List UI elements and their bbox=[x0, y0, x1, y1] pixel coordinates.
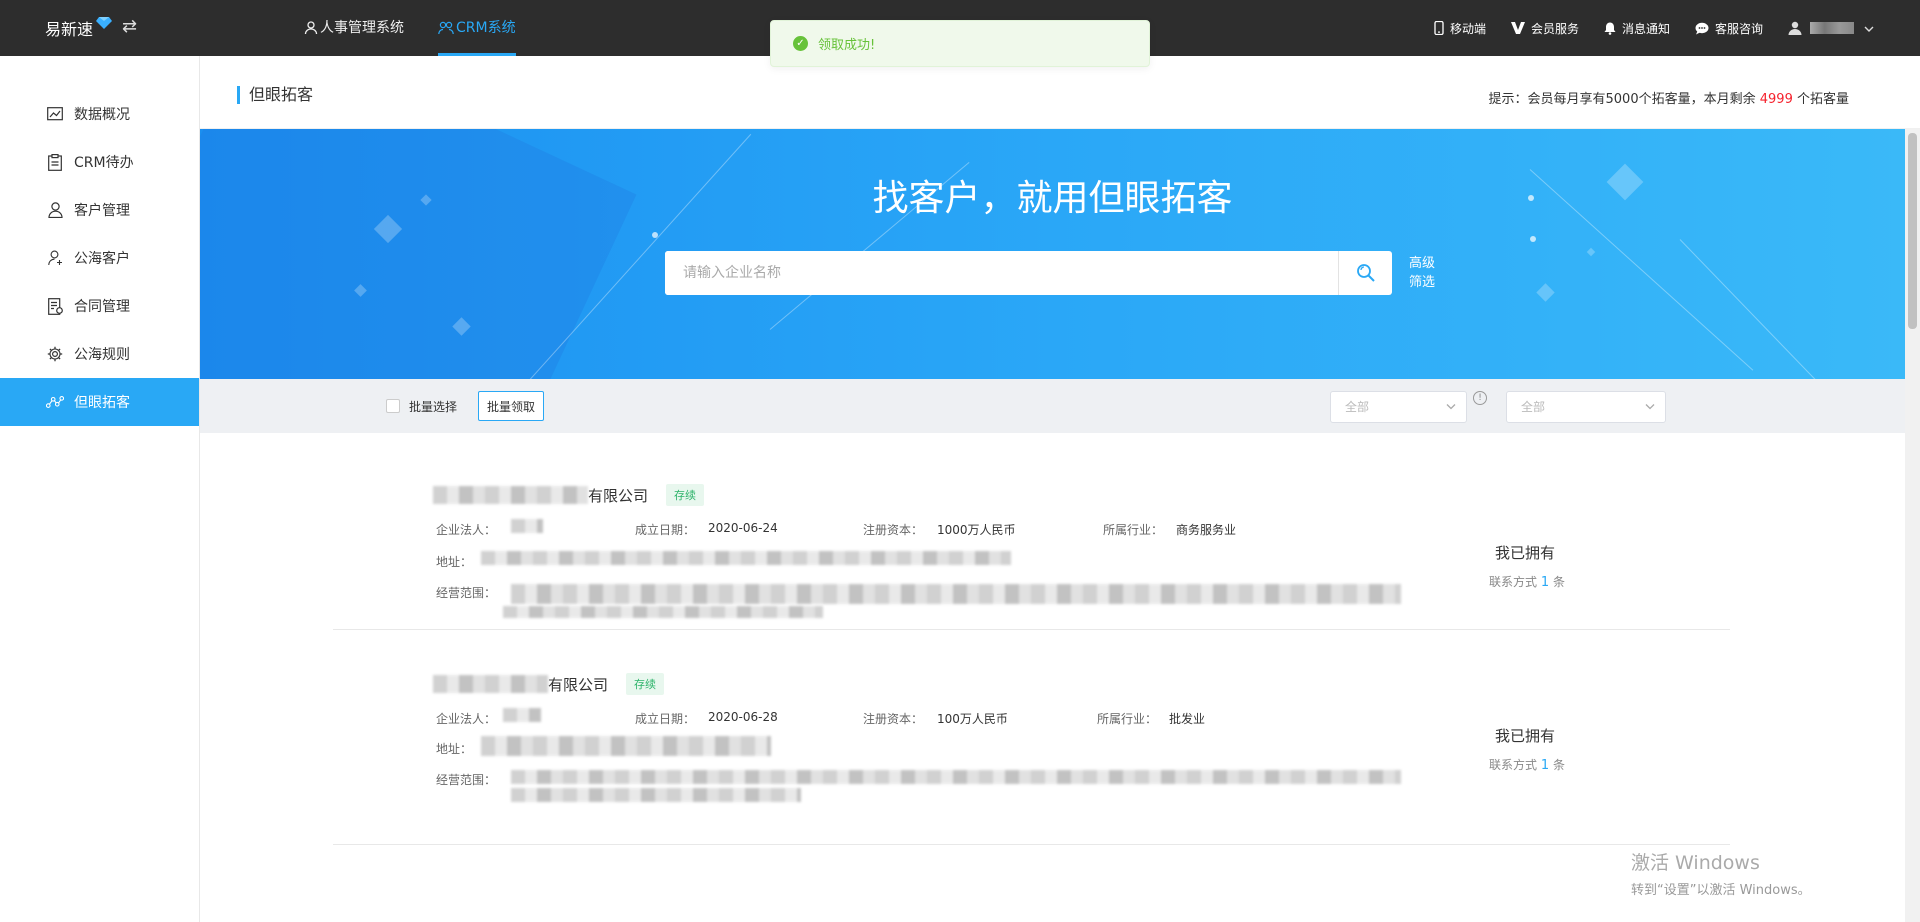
mobile-link[interactable]: 移动端 bbox=[1434, 20, 1486, 37]
redacted-scope bbox=[511, 770, 1401, 784]
username-redacted bbox=[1810, 22, 1854, 34]
vip-icon bbox=[1510, 22, 1525, 34]
company-card: 有限公司 存续 企业法人： 成立日期： 2020-06-28 注册资本： 100… bbox=[333, 630, 1730, 845]
avatar-icon bbox=[1788, 21, 1802, 35]
sidebar-item-customer-management[interactable]: 客户管理 bbox=[0, 186, 199, 234]
check-circle-icon: ✓ bbox=[793, 36, 808, 51]
brand-logo[interactable]: 易新速 bbox=[45, 16, 113, 40]
quota-remaining: 4999 bbox=[1759, 92, 1793, 107]
sidebar-item-public-rules[interactable]: 公海规则 bbox=[0, 330, 199, 378]
person-icon bbox=[304, 21, 318, 35]
decor-line bbox=[1679, 239, 1848, 379]
page-title: 但眼拓客 bbox=[237, 86, 313, 104]
owned-status: 我已拥有 bbox=[1495, 544, 1556, 562]
success-toast: ✓ 领取成功! bbox=[770, 20, 1150, 67]
company-name[interactable]: 有限公司 存续 bbox=[433, 673, 665, 695]
redacted-scope bbox=[511, 584, 1401, 604]
status-badge: 存续 bbox=[666, 484, 705, 506]
batch-select-checkbox[interactable] bbox=[386, 399, 400, 413]
brand-name: 易新速 bbox=[45, 20, 94, 39]
top-right-menu: 移动端 会员服务 消息通知 客服咨询 bbox=[1409, 0, 1874, 56]
page-scrollbar[interactable] bbox=[1905, 129, 1920, 922]
redacted-scope bbox=[503, 606, 823, 618]
people-icon bbox=[438, 21, 454, 35]
batch-select-label: 批量选择 bbox=[409, 400, 458, 414]
notifications-link[interactable]: 消息通知 bbox=[1604, 20, 1670, 37]
network-icon bbox=[46, 393, 64, 411]
redacted-name bbox=[433, 486, 588, 504]
redacted-address bbox=[481, 736, 771, 756]
company-search bbox=[665, 251, 1392, 295]
sidebar: 数据概况 CRM待办 客户管理 公海客户 合同管理 公海规则 但眼拓客 bbox=[0, 56, 200, 922]
sidebar-item-crm-todo[interactable]: CRM待办 bbox=[0, 138, 199, 186]
decor-dot bbox=[1530, 236, 1536, 242]
contact-count[interactable]: 联系方式 1 条 bbox=[1489, 573, 1565, 590]
sidebar-item-prospecting[interactable]: 但眼拓客 bbox=[0, 378, 199, 426]
decor-diamond bbox=[1536, 283, 1555, 302]
search-banner: 找客户，就用但眼拓客 高级筛选 bbox=[200, 129, 1905, 379]
decor-dot bbox=[652, 232, 658, 238]
top-nav: 人事管理系统 CRM系统 bbox=[304, 0, 550, 56]
nav-label: 人事管理系统 bbox=[320, 20, 404, 36]
contact-count[interactable]: 联系方式 1 条 bbox=[1489, 756, 1565, 773]
search-button[interactable] bbox=[1338, 251, 1392, 295]
industry: 批发业 bbox=[1169, 712, 1206, 726]
main-content: 但眼拓客 提示：会员每月享有5000个拓客量，本月剩余 4999 个拓客量 找客… bbox=[200, 56, 1920, 922]
scrollbar-thumb[interactable] bbox=[1908, 133, 1917, 329]
chevron-down-icon bbox=[1864, 21, 1874, 35]
company-name[interactable]: 有限公司 存续 bbox=[433, 484, 705, 506]
gear-icon bbox=[46, 345, 64, 363]
redacted-address bbox=[481, 551, 1011, 565]
chart-icon bbox=[46, 105, 64, 123]
user-menu[interactable] bbox=[1788, 21, 1874, 35]
info-icon[interactable]: ! bbox=[1473, 391, 1487, 405]
filter-select-2[interactable]: 全部 bbox=[1506, 391, 1666, 423]
chevron-down-icon bbox=[1446, 392, 1456, 433]
toast-message: 领取成功! bbox=[818, 38, 876, 53]
clipboard-icon bbox=[46, 153, 64, 171]
redacted-legal-person bbox=[503, 708, 541, 722]
sidebar-item-public-customers[interactable]: 公海客户 bbox=[0, 234, 199, 282]
batch-claim-button[interactable]: 批量领取 bbox=[478, 391, 544, 421]
nav-hr-system[interactable]: 人事管理系统 bbox=[304, 0, 404, 56]
advanced-filter-link[interactable]: 高级筛选 bbox=[1409, 254, 1439, 292]
founded-date: 2020-06-24 bbox=[708, 521, 778, 535]
diamond-icon bbox=[96, 17, 113, 29]
chat-icon bbox=[1695, 22, 1709, 35]
sidebar-item-data-overview[interactable]: 数据概况 bbox=[0, 90, 199, 138]
nav-crm-system[interactable]: CRM系统 bbox=[438, 0, 516, 56]
support-link[interactable]: 客服咨询 bbox=[1695, 20, 1763, 37]
owned-status: 我已拥有 bbox=[1495, 727, 1556, 745]
vip-link[interactable]: 会员服务 bbox=[1510, 20, 1579, 37]
phone-icon bbox=[1434, 21, 1444, 35]
industry: 商务服务业 bbox=[1176, 523, 1237, 537]
user-icon bbox=[46, 201, 64, 219]
registered-capital: 1000万人民币 bbox=[937, 523, 1016, 537]
nav-label: CRM系统 bbox=[456, 20, 516, 36]
sidebar-item-contract-management[interactable]: 合同管理 bbox=[0, 282, 199, 330]
redacted-name bbox=[433, 675, 548, 693]
switch-icon[interactable]: ⇄ bbox=[122, 16, 137, 37]
company-search-input[interactable] bbox=[665, 251, 1338, 295]
registered-capital: 100万人民币 bbox=[937, 712, 1008, 726]
windows-activation-watermark: 激活 Windows 转到“设置”以激活 Windows。 bbox=[1631, 852, 1811, 898]
user-outline-icon bbox=[46, 249, 64, 267]
banner-title: 找客户，就用但眼拓客 bbox=[872, 178, 1233, 219]
quota-hint: 提示：会员每月享有5000个拓客量，本月剩余 4999 个拓客量 bbox=[1488, 92, 1849, 107]
redacted-scope bbox=[511, 788, 801, 802]
banner-shade bbox=[200, 129, 637, 379]
status-badge: 存续 bbox=[626, 673, 665, 695]
search-icon bbox=[1356, 264, 1375, 282]
filter-bar: 批量选择 批量领取 全部 ! 全部 bbox=[200, 379, 1905, 433]
filter-select-1[interactable]: 全部 bbox=[1330, 391, 1467, 423]
contract-icon bbox=[46, 297, 64, 315]
redacted-legal-person bbox=[511, 519, 543, 533]
chevron-down-icon bbox=[1645, 392, 1655, 433]
company-card: 有限公司 存续 企业法人： 成立日期： 2020-06-24 注册资本： 100… bbox=[333, 433, 1730, 630]
bell-icon bbox=[1604, 22, 1616, 35]
founded-date: 2020-06-28 bbox=[708, 710, 778, 724]
decor-diamond bbox=[1586, 247, 1596, 257]
